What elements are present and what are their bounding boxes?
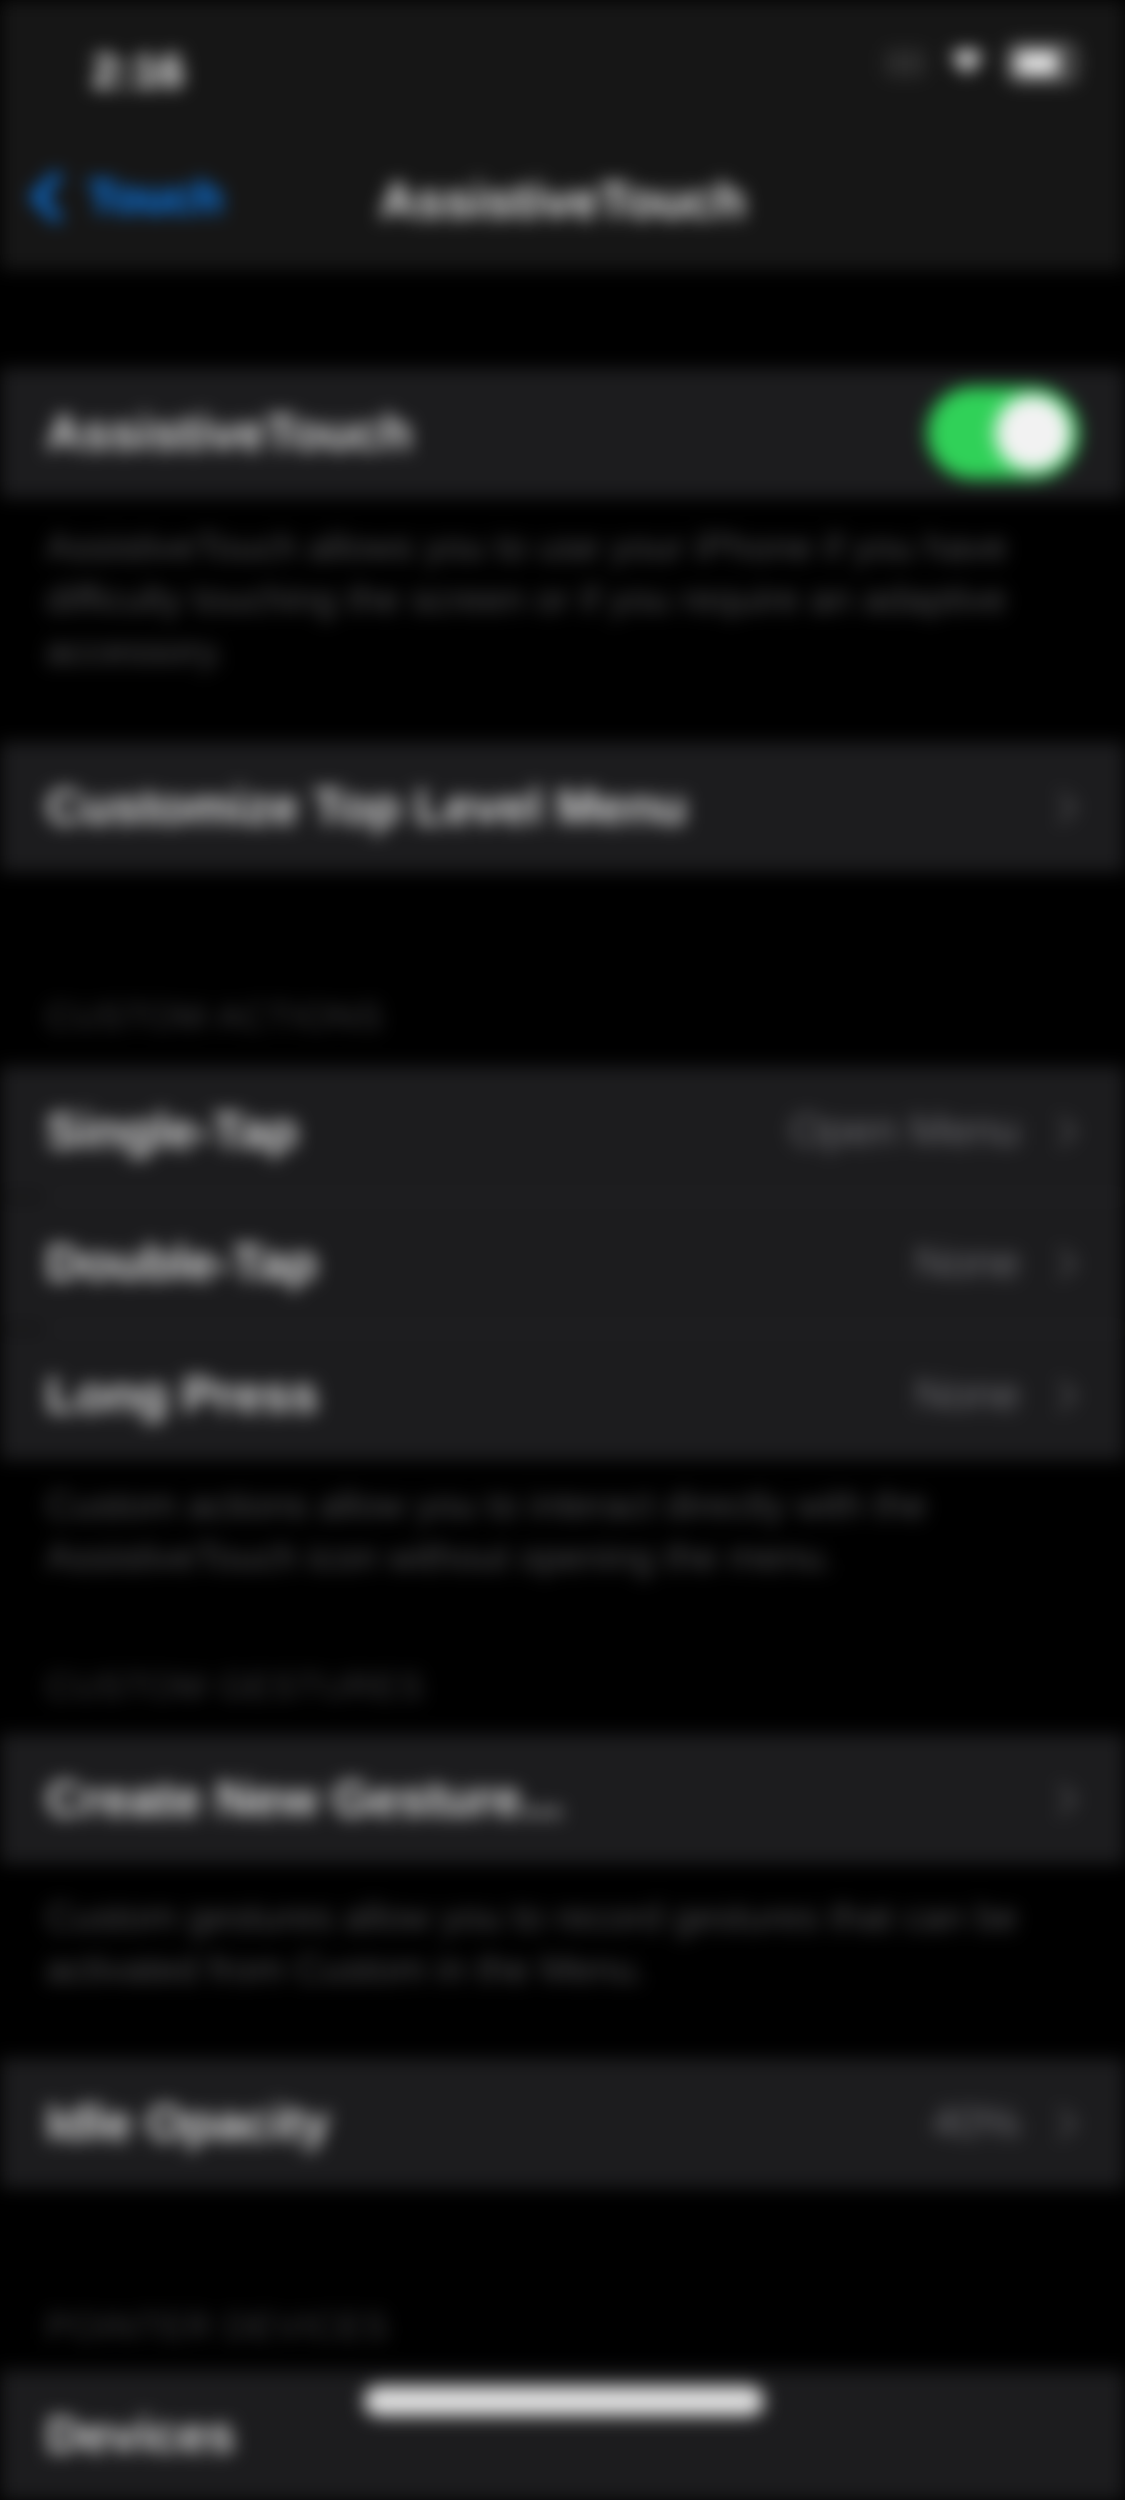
create-gesture-row[interactable]: Create New Gesture... (0, 1734, 1125, 1864)
long-press-label: Long Press (46, 1367, 319, 1423)
chevron-right-icon (1045, 1782, 1078, 1816)
customize-menu-label: Customize Top Level Menu (46, 779, 687, 835)
assistivetouch-label: AssistiveTouch (46, 405, 412, 461)
status-icons (885, 44, 1075, 81)
idle-opacity-value: 40% (931, 2098, 1020, 2147)
signal-icon (885, 48, 925, 77)
customize-menu-row[interactable]: Customize Top Level Menu (0, 742, 1125, 872)
double-tap-row[interactable]: Double-Tap None (0, 1198, 1125, 1328)
chevron-right-icon (1045, 1114, 1078, 1148)
long-press-value: None (914, 1370, 1020, 1419)
chevron-right-icon (1045, 1246, 1078, 1280)
idle-opacity-row[interactable]: Idle Opacity 40% (0, 2058, 1125, 2188)
single-tap-value: Open Menu (790, 1106, 1020, 1155)
custom-actions-header: CUSTOM ACTIONS (46, 996, 384, 1037)
page-title: AssistiveTouch (379, 173, 746, 229)
chevron-right-icon (1045, 1378, 1078, 1412)
assistivetouch-row: AssistiveTouch (0, 368, 1125, 498)
battery-icon (1009, 44, 1075, 81)
status-time: 2:16 (92, 45, 185, 97)
chevron-right-icon (1045, 790, 1078, 824)
pointer-devices-header: POINTER DEVICES (46, 2306, 390, 2347)
screen-content: 2:16 Touch AssistiveTouch AssistiveTouch… (0, 0, 1125, 2500)
wifi-icon (947, 44, 987, 81)
custom-actions-footer: Custom actions allow you to interact dir… (46, 1485, 927, 1579)
status-bar: 2:16 (0, 0, 1125, 140)
navigation-bar: Touch AssistiveTouch (0, 140, 1125, 270)
toggle-knob (995, 395, 1071, 471)
chevron-right-icon (1045, 2106, 1078, 2140)
double-tap-label: Double-Tap (46, 1235, 318, 1291)
long-press-row[interactable]: Long Press None (0, 1330, 1125, 1460)
custom-gestures-footer: Custom gestures allow you to record gest… (46, 1897, 1018, 1991)
idle-opacity-label: Idle Opacity (46, 2095, 330, 2151)
assistivetouch-footer: AssistiveTouch allows you to use your iP… (46, 527, 1008, 673)
double-tap-value: None (914, 1238, 1020, 1287)
custom-gestures-header: CUSTOM GESTURES (46, 1666, 425, 1707)
home-indicator[interactable] (364, 2386, 764, 2416)
assistivetouch-toggle[interactable] (927, 387, 1079, 479)
single-tap-row[interactable]: Single-Tap Open Menu (0, 1066, 1125, 1196)
create-gesture-label: Create New Gesture... (46, 1771, 563, 1827)
single-tap-label: Single-Tap (46, 1103, 298, 1159)
